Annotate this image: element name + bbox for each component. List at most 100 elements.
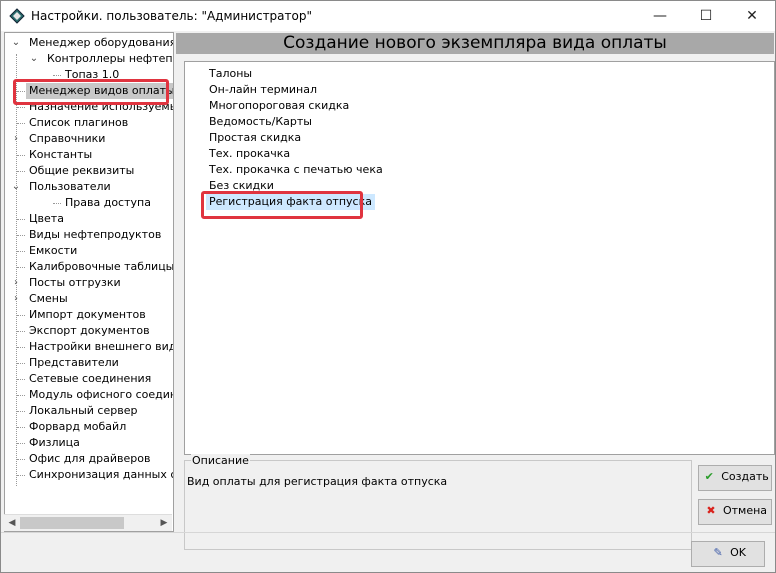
tree-connector-line — [17, 379, 25, 380]
expanded-chevron-icon[interactable]: ⌄ — [11, 35, 21, 51]
cancel-button-label: Отмена — [722, 504, 768, 517]
tree-item[interactable]: Общие реквизиты — [5, 163, 173, 179]
tree-connector-line — [17, 171, 25, 172]
tree-connector-line — [17, 459, 25, 460]
tree-connector-line — [17, 315, 25, 316]
payment-types-list[interactable]: Талоны Он-лайн терминал Многопороговая ски… — [184, 61, 775, 455]
tree-item-label: Форвард мобайл — [29, 420, 127, 433]
payment-type-item[interactable]: Многопороговая скидка — [209, 98, 349, 114]
ok-button[interactable]: ✎ OK — [691, 541, 765, 567]
checkmark-icon: ✔ — [704, 470, 714, 483]
tree-connector-line — [17, 155, 25, 156]
payment-type-item[interactable]: Тех. прокачка — [209, 146, 290, 162]
close-button[interactable]: ✕ — [729, 1, 775, 31]
tree-item-label: Константы — [29, 148, 93, 161]
tree-item-label: Смены — [29, 292, 68, 305]
footer-separator — [1, 532, 775, 533]
tree-item[interactable]: Список плагинов — [5, 115, 173, 131]
tree-connector-line — [17, 347, 25, 348]
create-button[interactable]: ✔ Создать — [698, 465, 772, 491]
tree-item[interactable]: Синхронизация данных с W — [5, 467, 173, 483]
tree-item-label: Импорт документов — [29, 308, 146, 321]
tree-item[interactable]: ⌄ Пользователи — [5, 179, 173, 195]
tree-connector-line — [53, 203, 61, 204]
tree-item[interactable]: Константы — [5, 147, 173, 163]
tree-item-label: Представители — [29, 356, 119, 369]
tree-horizontal-scrollbar[interactable]: ◀ ▶ — [4, 514, 172, 531]
scroll-right-arrow-icon[interactable]: ▶ — [156, 515, 172, 531]
payment-type-item[interactable]: Тех. прокачка с печатью чека — [209, 162, 383, 178]
ok-button-label: OK — [730, 546, 746, 559]
scroll-left-arrow-icon[interactable]: ◀ — [4, 515, 20, 531]
tree-item[interactable]: Офис для драйверов — [5, 451, 173, 467]
tree-item-label: Контроллеры нефтепро — [47, 52, 174, 65]
cancel-button[interactable]: ✖ Отмена — [698, 499, 772, 525]
tree-item[interactable]: Настройки внешнего вида — [5, 339, 173, 355]
tree-item[interactable]: Сетевые соединения — [5, 371, 173, 387]
payment-type-item[interactable]: Он-лайн терминал — [209, 82, 317, 98]
tree-item[interactable]: Представители — [5, 355, 173, 371]
settings-tree[interactable]: ⌄ Менеджер оборудования ⌄ Контроллеры нефте… — [4, 32, 174, 532]
maximize-button[interactable]: ☐ — [683, 1, 729, 31]
tree-item[interactable]: Форвард мобайл — [5, 419, 173, 435]
tree-connector-line — [17, 411, 25, 412]
tree-item-label: Калибровочные таблицы — [29, 260, 174, 273]
tree-item-label: Настройки внешнего вида — [29, 340, 174, 353]
payment-type-item[interactable]: Простая скидка — [209, 130, 301, 146]
cross-icon: ✖ — [706, 504, 716, 517]
tree-connector-line — [17, 219, 25, 220]
tree-connector-line — [17, 235, 25, 236]
tree-item-label: Офис для драйверов — [29, 452, 151, 465]
tree-item[interactable]: Цвета — [5, 211, 173, 227]
tree-item-label: Общие реквизиты — [29, 164, 135, 177]
page-header: Создание нового экземпляра вида оплаты — [176, 33, 774, 54]
tree-connector-line — [17, 427, 25, 428]
tree-item[interactable]: Права доступа — [5, 195, 173, 211]
tree-item[interactable]: ⌄ Менеджер оборудования — [5, 35, 173, 51]
tree-connector-line — [17, 267, 25, 268]
app-diamond-icon — [9, 8, 25, 24]
payment-type-item[interactable]: Ведомость/Карты — [209, 114, 312, 130]
tree-item-label: Цвета — [29, 212, 64, 225]
expanded-chevron-icon[interactable]: ⌄ — [29, 51, 39, 67]
tree-highlight-box — [13, 79, 169, 105]
tree-item-label: Синхронизация данных с W — [29, 468, 173, 481]
window-title: Настройки. пользователь: "Администратор" — [31, 9, 312, 23]
tree-connector-line — [53, 75, 61, 76]
tree-item[interactable]: Виды нефтепродуктов — [5, 227, 173, 243]
tree-item-label: Права доступа — [65, 196, 151, 209]
tree-item[interactable]: Физлица — [5, 435, 173, 451]
tree-item-label: Список плагинов — [29, 116, 129, 129]
tree-item[interactable]: › Смены — [5, 291, 173, 307]
description-legend: Описание — [191, 454, 250, 467]
tree-item[interactable]: Локальный сервер — [5, 403, 173, 419]
tree-item[interactable]: Импорт документов — [5, 307, 173, 323]
ok-pencil-icon: ✎ — [713, 546, 723, 559]
tree-connector-line — [17, 107, 25, 108]
create-button-label: Создать — [721, 470, 769, 483]
tree-connector-line — [17, 395, 25, 396]
tree-item[interactable]: › Справочники — [5, 131, 173, 147]
tree-item-label: Пользователи — [29, 180, 111, 193]
minimize-button[interactable]: — — [637, 1, 683, 31]
scroll-thumb[interactable] — [20, 517, 124, 529]
tree-root-line — [16, 54, 17, 486]
title-bar[interactable]: Настройки. пользователь: "Администратор"… — [1, 1, 775, 31]
tree-item-label: Модуль офисного соединен — [29, 388, 173, 401]
tree-item[interactable]: › Посты отгрузки — [5, 275, 173, 291]
description-group: Описание Вид оплаты для регистрация факт… — [184, 454, 692, 550]
payment-type-item[interactable]: Талоны — [209, 66, 252, 82]
tree-connector-line — [17, 443, 25, 444]
tree-item[interactable]: ⌄ Контроллеры нефтепро — [5, 51, 173, 67]
tree-item[interactable]: Емкости — [5, 243, 173, 259]
tree-item-label: Виды нефтепродуктов — [29, 228, 162, 241]
tree-connector-line — [17, 331, 25, 332]
tree-item[interactable]: Модуль офисного соединен — [5, 387, 173, 403]
tree-connector-line — [17, 475, 25, 476]
list-highlight-box — [201, 191, 363, 219]
tree-item-label: Посты отгрузки — [29, 276, 121, 289]
tree-item[interactable]: Экспорт документов — [5, 323, 173, 339]
tree-item[interactable]: Калибровочные таблицы — [5, 259, 173, 275]
tree-item-label: Сетевые соединения — [29, 372, 152, 385]
tree-item-label: Емкости — [29, 244, 78, 257]
